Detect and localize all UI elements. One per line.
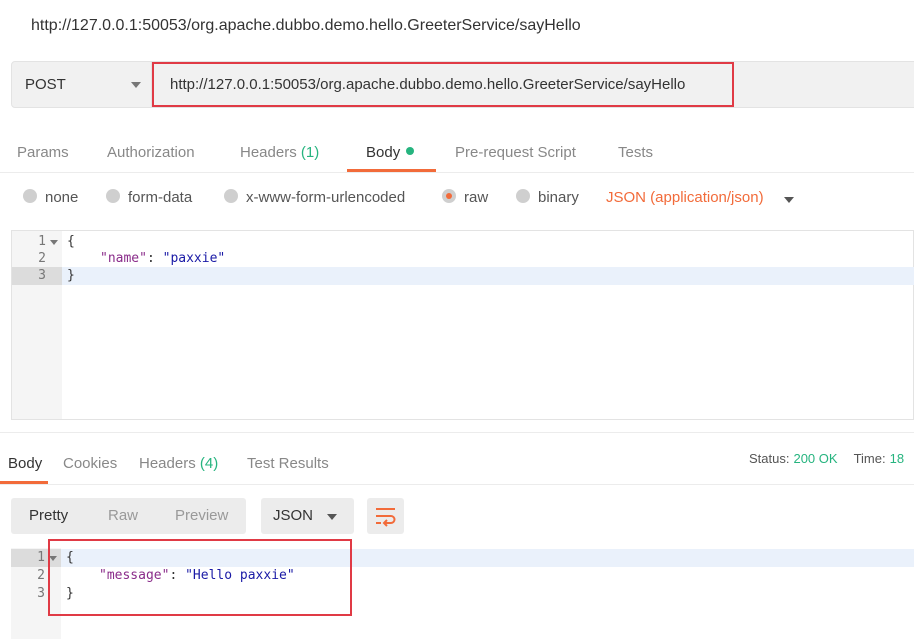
radio-circle [224,189,238,204]
line-number: 2 [37,568,45,583]
tab-headers-count: (1) [300,144,320,161]
wrap-lines-icon [376,508,396,527]
response-format-select[interactable]: JSON [261,498,354,534]
code-line-current: 3 } [12,267,914,285]
time-label: Time: [853,451,886,466]
request-tabs: Params Authorization Headers (1) Body Pr… [0,136,914,172]
tab-authorization[interactable]: Authorization [107,144,195,161]
divider [0,432,914,433]
body-indicator-dot [406,147,415,156]
code-line: 1 { [12,233,914,251]
title-bar: http://127.0.0.1:50053/org.apache.dubbo.… [0,0,914,52]
radio-circle [23,189,37,204]
radio-binary-label: binary [538,189,579,206]
format-label: JSON [273,507,314,524]
json-separator: : [146,251,163,266]
code-text: { [67,234,75,249]
radio-circle [516,189,530,204]
tab-body[interactable]: Body [366,144,415,161]
tab-body-label: Body [366,144,401,161]
radio-form-data-label: form-data [128,189,193,206]
time-value: 18 [889,451,905,466]
response-status: Status: 200 OK Time: 18 [749,451,904,466]
radio-urlencoded[interactable]: x-www-form-urlencoded [224,189,405,206]
tab-response-body[interactable]: Body [8,455,42,472]
radio-none[interactable]: none [23,189,78,206]
tab-prerequest-script[interactable]: Pre-request Script [455,144,576,161]
divider [0,484,914,485]
line-number: 2 [38,251,46,266]
method-label: POST [25,76,66,93]
chevron-down-icon[interactable] [784,197,794,203]
line-number: 3 [37,586,45,601]
tab-response-headers-label: Headers [139,455,196,472]
radio-raw[interactable]: raw [442,189,488,206]
radio-binary[interactable]: binary [516,189,579,206]
tab-tests[interactable]: Tests [618,144,653,161]
code-text: } [67,268,75,283]
window-title: http://127.0.0.1:50053/org.apache.dubbo.… [31,17,581,34]
view-raw-button[interactable]: Raw [108,507,138,524]
radio-urlencoded-label: x-www-form-urlencoded [246,189,406,206]
view-pretty-button[interactable]: Pretty [29,507,68,524]
status-label: Status: [749,451,790,466]
body-type-options: none form-data x-www-form-urlencoded raw… [0,180,914,220]
radio-form-data[interactable]: form-data [106,189,192,206]
line-number: 1 [37,550,45,565]
annotation-highlight-box [48,539,352,616]
chevron-down-icon [327,514,337,520]
code-text: "name": "paxxie" [100,250,225,268]
code-line: 2 "name": "paxxie" [12,250,914,268]
tab-response-headers[interactable]: Headers (4) [139,455,218,472]
tab-response-cookies[interactable]: Cookies [63,455,117,472]
response-view-switch: Pretty Raw Preview [11,498,246,534]
view-preview-button[interactable]: Preview [175,507,228,524]
divider [0,172,914,173]
url-input[interactable] [152,62,734,107]
radio-circle-selected [442,189,456,204]
radio-raw-label: raw [464,189,489,206]
wrap-lines-button[interactable] [367,498,404,534]
status-value: 200 OK [793,451,838,466]
line-number: 1 [38,234,46,249]
line-number: 3 [38,268,46,283]
fold-icon[interactable] [50,240,58,245]
radio-none-label: none [45,189,79,206]
tab-params[interactable]: Params [17,144,69,161]
url-field-container [152,61,914,108]
tab-response-headers-count: (4) [199,455,219,472]
chevron-down-icon [131,82,141,88]
json-value: "paxxie" [162,251,226,266]
tab-headers[interactable]: Headers (1) [240,144,319,161]
method-select[interactable]: POST [11,61,152,108]
radio-circle [106,189,120,204]
content-type-select[interactable]: JSON (application/json) [606,189,764,206]
tab-headers-label: Headers [240,144,297,161]
json-key: "name" [100,251,147,266]
tab-test-results[interactable]: Test Results [247,455,329,472]
request-body-editor[interactable]: 1 { 2 "name": "paxxie" 3 } [11,230,914,420]
